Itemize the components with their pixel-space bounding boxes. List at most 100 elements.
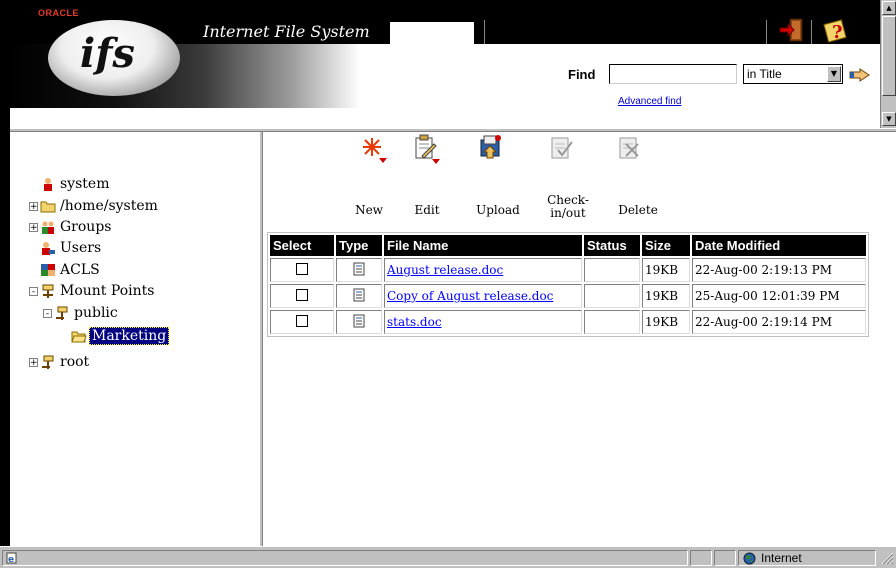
expand-icon[interactable]: + xyxy=(29,201,38,211)
date-modified-cell: 22-Aug-00 2:19:14 PM xyxy=(692,310,866,334)
title-tab-notch xyxy=(390,22,474,44)
mount-point-icon xyxy=(42,355,54,369)
scroll-down-button[interactable]: ▼ xyxy=(882,112,896,126)
find-input[interactable] xyxy=(609,64,737,84)
user-icon xyxy=(44,178,52,191)
header-scrollbar[interactable]: ▲ ▼ xyxy=(880,0,896,128)
file-link[interactable]: August release.doc xyxy=(387,263,503,277)
pointing-hand-icon[interactable] xyxy=(848,64,872,84)
header-divider xyxy=(484,20,485,44)
collapse-icon[interactable]: - xyxy=(43,308,52,318)
collapse-icon[interactable]: - xyxy=(29,286,38,296)
check-in-out-label-line-2: in/out xyxy=(550,206,586,220)
tree-item-public[interactable]: - public xyxy=(43,304,120,322)
new-icon[interactable] xyxy=(359,132,389,166)
tree-item-users[interactable]: Users xyxy=(40,239,103,257)
delete-icon[interactable] xyxy=(616,132,646,166)
svg-text:e: e xyxy=(8,555,14,564)
new-button[interactable]: New xyxy=(349,204,389,217)
edit-button[interactable]: Edit xyxy=(407,204,447,217)
tree-item-label: Groups xyxy=(60,219,112,235)
upload-icon[interactable] xyxy=(476,132,506,166)
expand-icon[interactable]: + xyxy=(29,357,38,367)
ifs-header: ORACLE ifs Internet File System ? Find i… xyxy=(10,0,880,128)
expand-icon[interactable]: + xyxy=(29,222,38,232)
header-divider xyxy=(811,20,812,44)
users-icon xyxy=(42,242,55,255)
tree-item-label: /home/system xyxy=(60,198,158,214)
status-cell xyxy=(584,284,640,308)
document-icon xyxy=(353,314,365,327)
scroll-up-button[interactable]: ▲ xyxy=(882,1,896,15)
select-cell xyxy=(270,258,334,282)
upload-button[interactable]: Upload xyxy=(473,204,523,217)
ie-page-icon: e xyxy=(6,552,17,564)
find-scope-value: in Title xyxy=(747,67,782,81)
zone-label: Internet xyxy=(761,551,802,565)
advanced-find-link[interactable]: Advanced find xyxy=(618,96,681,107)
tree-item-label: Users xyxy=(60,240,102,256)
check-in-out-icon[interactable] xyxy=(548,132,578,166)
status-cell xyxy=(690,550,712,566)
file-name-cell: Copy of August release.doc xyxy=(384,284,582,308)
document-icon xyxy=(353,288,365,301)
tree-item-home-system[interactable]: + /home/system xyxy=(29,197,160,215)
exit-door-icon[interactable] xyxy=(778,16,806,44)
tree-item-root[interactable]: + root xyxy=(29,353,91,371)
document-icon xyxy=(353,262,365,275)
column-header-size: Size xyxy=(642,235,690,256)
tree-item-system[interactable]: system xyxy=(40,175,111,193)
acl-icon xyxy=(41,264,55,276)
oracle-brand: ORACLE xyxy=(38,8,79,18)
app-title: Internet File System xyxy=(203,22,370,41)
date-modified-cell: 22-Aug-00 2:19:13 PM xyxy=(692,258,866,282)
status-cell xyxy=(584,310,640,334)
column-header-date-modified: Date Modified xyxy=(692,235,866,256)
tree-item-label: ACLS xyxy=(60,262,100,278)
tree-item-groups[interactable]: + Groups xyxy=(29,218,113,236)
file-link[interactable]: stats.doc xyxy=(387,315,442,329)
file-table: Select Type File Name Status Size Date M… xyxy=(267,232,869,337)
delete-button[interactable]: Delete xyxy=(613,204,663,217)
file-name-cell: August release.doc xyxy=(384,258,582,282)
find-label: Find xyxy=(568,67,596,82)
status-message-cell: e xyxy=(2,550,688,566)
type-cell xyxy=(336,310,382,334)
select-checkbox[interactable] xyxy=(296,288,308,301)
column-header-file-name: File Name xyxy=(384,235,582,256)
size-cell: 19KB xyxy=(642,284,690,308)
open-folder-icon xyxy=(71,331,87,343)
file-name-cell: stats.doc xyxy=(384,310,582,334)
chevron-down-icon[interactable]: ▼ xyxy=(827,66,841,82)
table-header-row: Select Type File Name Status Size Date M… xyxy=(270,235,866,256)
type-cell xyxy=(336,284,382,308)
file-list-panel: New Edit Upload Check- in/out Delete Sel… xyxy=(263,132,896,546)
file-link[interactable]: Copy of August release.doc xyxy=(387,289,553,303)
tree-item-label: public xyxy=(74,305,118,321)
tree-item-label: Mount Points xyxy=(60,283,155,299)
security-zone-cell: Internet xyxy=(738,550,876,566)
table-row: stats.doc 19KB 22-Aug-00 2:19:14 PM xyxy=(270,310,866,334)
scrollbar-thumb[interactable] xyxy=(882,16,896,96)
globe-icon xyxy=(743,552,756,565)
tree-item-label: system xyxy=(60,176,110,192)
tree-item-label-selected: Marketing xyxy=(89,327,170,345)
group-icon xyxy=(42,221,54,234)
check-in-out-button[interactable]: Check- in/out xyxy=(543,194,593,220)
size-cell: 19KB xyxy=(642,258,690,282)
select-cell xyxy=(270,310,334,334)
folder-tree-panel: system + /home/system + Groups Users ACL… xyxy=(10,132,259,546)
help-icon[interactable]: ? xyxy=(822,16,850,44)
tree-item-marketing[interactable]: Marketing xyxy=(71,327,170,345)
tree-item-acls[interactable]: ACLS xyxy=(40,261,102,279)
select-checkbox[interactable] xyxy=(296,262,308,275)
status-cell xyxy=(714,550,736,566)
edit-icon[interactable] xyxy=(412,132,442,166)
svg-text:?: ? xyxy=(832,22,843,43)
find-scope-select[interactable]: in Title ▼ xyxy=(743,64,843,84)
browser-status-bar: e Internet xyxy=(0,546,896,568)
select-checkbox[interactable] xyxy=(296,314,308,327)
resize-grip-icon[interactable] xyxy=(880,551,894,565)
tree-item-mount-points[interactable]: - Mount Points xyxy=(29,282,156,300)
header-divider xyxy=(766,20,767,44)
